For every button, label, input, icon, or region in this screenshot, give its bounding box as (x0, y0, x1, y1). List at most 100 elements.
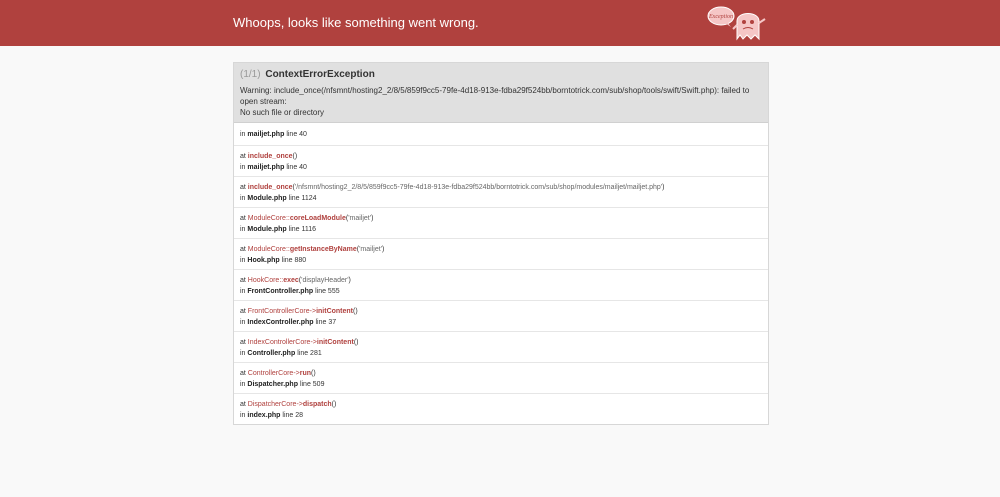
trace-location: in Module.php line 1116 (240, 224, 763, 235)
trace-location: in IndexController.php line 37 (240, 317, 763, 328)
page-title: Whoops, looks like something went wrong. (233, 15, 479, 30)
trace-args: 'mailjet' (348, 215, 372, 222)
trace-in-label: in (240, 226, 246, 233)
trace-line: line 40 (286, 164, 307, 171)
trace-location: in Dispatcher.php line 509 (240, 379, 763, 390)
trace-function: include_once (247, 153, 293, 160)
trace-location: in mailjet.php line 40 (240, 129, 763, 140)
trace-item: at include_once() in mailjet.php line 40 (234, 145, 768, 176)
trace-close-paren: ) (334, 401, 337, 408)
trace-at-label: at (240, 370, 246, 377)
trace-file: index.php (247, 412, 281, 419)
trace-line: line 1124 (288, 195, 317, 202)
trace-in-label: in (240, 257, 246, 264)
trace-line: line 555 (315, 288, 340, 295)
exception-count: (1/1) (240, 69, 261, 80)
trace-line: line 880 (281, 257, 307, 264)
trace-args: '/nfsmnt/hosting2_2/8/5/859f9cc5-79fe-4d… (294, 184, 663, 191)
trace-in-label: in (240, 195, 246, 202)
trace-file: Module.php (247, 195, 287, 202)
trace-at-label: at (240, 215, 246, 222)
trace-class: DispatcherCore (247, 401, 297, 408)
trace-item: at HookCore::exec('displayHeader') in Fr… (234, 269, 768, 300)
trace-function: include_once (247, 184, 293, 191)
trace-item: at ControllerCore->run() in Dispatcher.p… (234, 362, 768, 393)
trace-in-label: in (240, 350, 246, 357)
trace-at-label: at (240, 339, 246, 346)
trace-in-label: in (240, 164, 246, 171)
trace-function: coreLoadModule (289, 215, 346, 222)
trace-item: at ModuleCore::getInstanceByName('mailje… (234, 238, 768, 269)
trace-line: line 281 (297, 350, 322, 357)
trace-function: run (299, 370, 312, 377)
trace-call: at ModuleCore::getInstanceByName('mailje… (240, 244, 763, 255)
trace-close-paren: ) (382, 246, 385, 253)
exception-message: Warning: include_once(/nfsmnt/hosting2_2… (240, 85, 762, 118)
trace-item: at FrontControllerCore->initContent() in… (234, 300, 768, 331)
trace-call: at FrontControllerCore->initContent() (240, 306, 763, 317)
trace-call: at HookCore::exec('displayHeader') (240, 275, 763, 286)
trace-call: at include_once() (240, 151, 763, 162)
trace-item: at include_once('/nfsmnt/hosting2_2/8/5/… (234, 176, 768, 207)
trace-file: Module.php (247, 226, 287, 233)
trace-file: IndexController.php (247, 319, 314, 326)
trace-item: at DispatcherCore->dispatch() in index.p… (234, 393, 768, 424)
trace-file: Controller.php (247, 350, 296, 357)
trace-close-paren: ) (356, 339, 359, 346)
trace-line: line 509 (299, 381, 325, 388)
trace-class: IndexControllerCore (247, 339, 311, 346)
trace-item: in mailjet.php line 40 (234, 123, 768, 145)
trace-args: 'displayHeader' (301, 277, 349, 284)
trace-function: getInstanceByName (289, 246, 357, 253)
trace-close-paren: ) (294, 153, 298, 160)
trace-location: in Controller.php line 281 (240, 348, 763, 359)
trace-close-paren: ) (348, 277, 351, 284)
trace-file: mailjet.php (247, 131, 285, 138)
trace-item: at IndexControllerCore->initContent() in… (234, 331, 768, 362)
trace-at-label: at (240, 184, 246, 191)
trace-in-label: in (240, 319, 246, 326)
trace-in-label: in (240, 412, 246, 419)
trace-call: at include_once('/nfsmnt/hosting2_2/8/5/… (240, 182, 763, 193)
trace-file: Hook.php (247, 257, 280, 264)
error-header: Whoops, looks like something went wrong.… (0, 0, 1000, 46)
exception-name: ContextErrorException (265, 69, 375, 80)
stack-trace: in mailjet.php line 40 at include_once()… (234, 123, 768, 424)
exception-message-line2: No such file or directory (240, 108, 325, 117)
trace-location: in index.php line 28 (240, 410, 763, 421)
trace-at-label: at (240, 277, 246, 284)
trace-close-paren: ) (662, 184, 665, 191)
trace-args: 'mailjet' (359, 246, 382, 253)
exception-panel: (1/1) ContextErrorException Warning: inc… (233, 62, 769, 425)
trace-item: at ModuleCore::coreLoadModule('mailjet')… (234, 207, 768, 238)
trace-location: in mailjet.php line 40 (240, 162, 763, 173)
trace-at-label: at (240, 246, 246, 253)
exception-header: (1/1) ContextErrorException Warning: inc… (234, 63, 768, 123)
trace-at-label: at (240, 153, 246, 160)
trace-location: in FrontController.php line 555 (240, 286, 763, 297)
trace-at-label: at (240, 308, 246, 315)
trace-at-label: at (240, 401, 246, 408)
trace-class: FrontControllerCore (247, 308, 310, 315)
trace-class: HookCore (247, 277, 280, 284)
ghost-icon: Exception (707, 6, 766, 41)
trace-line: line 37 (315, 319, 337, 326)
trace-location: in Hook.php line 880 (240, 255, 763, 266)
trace-file: Dispatcher.php (247, 381, 298, 388)
trace-function: initContent (316, 308, 354, 315)
trace-line: line 28 (282, 412, 304, 419)
trace-class: ModuleCore (247, 215, 286, 222)
trace-call: at IndexControllerCore->initContent() (240, 337, 763, 348)
trace-in-label: in (240, 288, 246, 295)
trace-function: dispatch (302, 401, 332, 408)
trace-location: in Module.php line 1124 (240, 193, 763, 204)
logo-text: Exception (708, 14, 733, 20)
trace-in-label: in (240, 381, 246, 388)
trace-call: at ModuleCore::coreLoadModule('mailjet') (240, 213, 763, 224)
trace-file: FrontController.php (247, 288, 314, 295)
trace-line: line 1116 (288, 226, 317, 233)
trace-close-paren: ) (313, 370, 316, 377)
trace-class: ControllerCore (247, 370, 294, 377)
trace-function: exec (283, 277, 299, 284)
exception-message-line1: Warning: include_once(/nfsmnt/hosting2_2… (240, 86, 750, 106)
